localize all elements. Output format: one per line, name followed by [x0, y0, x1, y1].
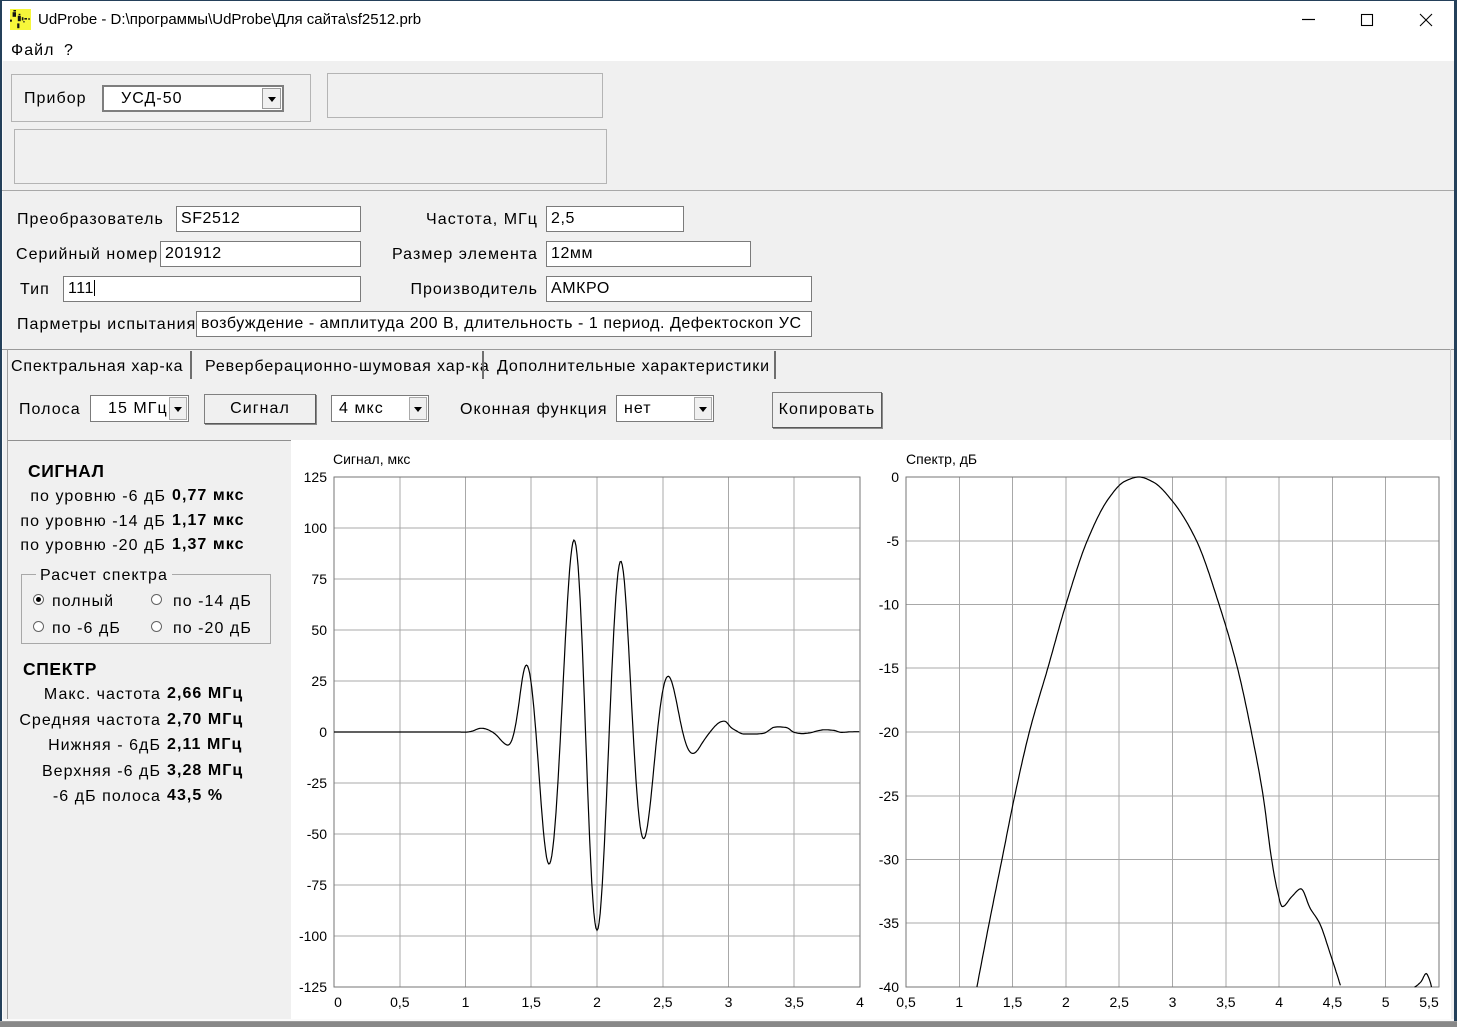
svg-text:125: 125 [304, 469, 328, 485]
svg-text:100: 100 [304, 520, 328, 536]
svg-text:1: 1 [462, 994, 470, 1010]
svg-text:2: 2 [593, 994, 601, 1010]
svg-text:5,5: 5,5 [1419, 994, 1439, 1010]
svg-text:0: 0 [891, 469, 899, 485]
svg-text:-10: -10 [879, 597, 899, 613]
svg-text:0,5: 0,5 [390, 994, 410, 1010]
svg-text:5: 5 [1382, 994, 1390, 1010]
svg-text:-25: -25 [307, 775, 327, 791]
svg-text:4,5: 4,5 [1323, 994, 1343, 1010]
svg-text:-35: -35 [879, 915, 899, 931]
svg-text:1,5: 1,5 [521, 994, 541, 1010]
svg-text:2,5: 2,5 [1109, 994, 1129, 1010]
svg-text:4: 4 [856, 994, 864, 1010]
svg-text:1: 1 [955, 994, 963, 1010]
svg-text:Спектр, дБ: Спектр, дБ [906, 451, 977, 467]
svg-text:0,5: 0,5 [896, 994, 916, 1010]
svg-text:75: 75 [311, 571, 327, 587]
svg-text:50: 50 [311, 622, 327, 638]
svg-text:-25: -25 [879, 788, 899, 804]
svg-text:3,5: 3,5 [1216, 994, 1236, 1010]
svg-text:-100: -100 [299, 928, 327, 944]
svg-text:0: 0 [334, 994, 342, 1010]
svg-text:4: 4 [1275, 994, 1283, 1010]
svg-text:25: 25 [311, 673, 327, 689]
svg-text:1,5: 1,5 [1003, 994, 1023, 1010]
svg-text:Сигнал, мкс: Сигнал, мкс [333, 451, 410, 467]
svg-text:-20: -20 [879, 724, 899, 740]
svg-text:3,5: 3,5 [784, 994, 804, 1010]
svg-text:2: 2 [1062, 994, 1070, 1010]
svg-text:-125: -125 [299, 979, 327, 995]
svg-text:-30: -30 [879, 852, 899, 868]
svg-text:2,5: 2,5 [653, 994, 673, 1010]
svg-text:-5: -5 [887, 533, 900, 549]
svg-text:0: 0 [319, 724, 327, 740]
svg-text:-40: -40 [879, 979, 899, 995]
svg-text:3: 3 [725, 994, 733, 1010]
svg-text:-50: -50 [307, 826, 327, 842]
svg-text:3: 3 [1169, 994, 1177, 1010]
svg-text:-75: -75 [307, 877, 327, 893]
svg-text:-15: -15 [879, 660, 899, 676]
